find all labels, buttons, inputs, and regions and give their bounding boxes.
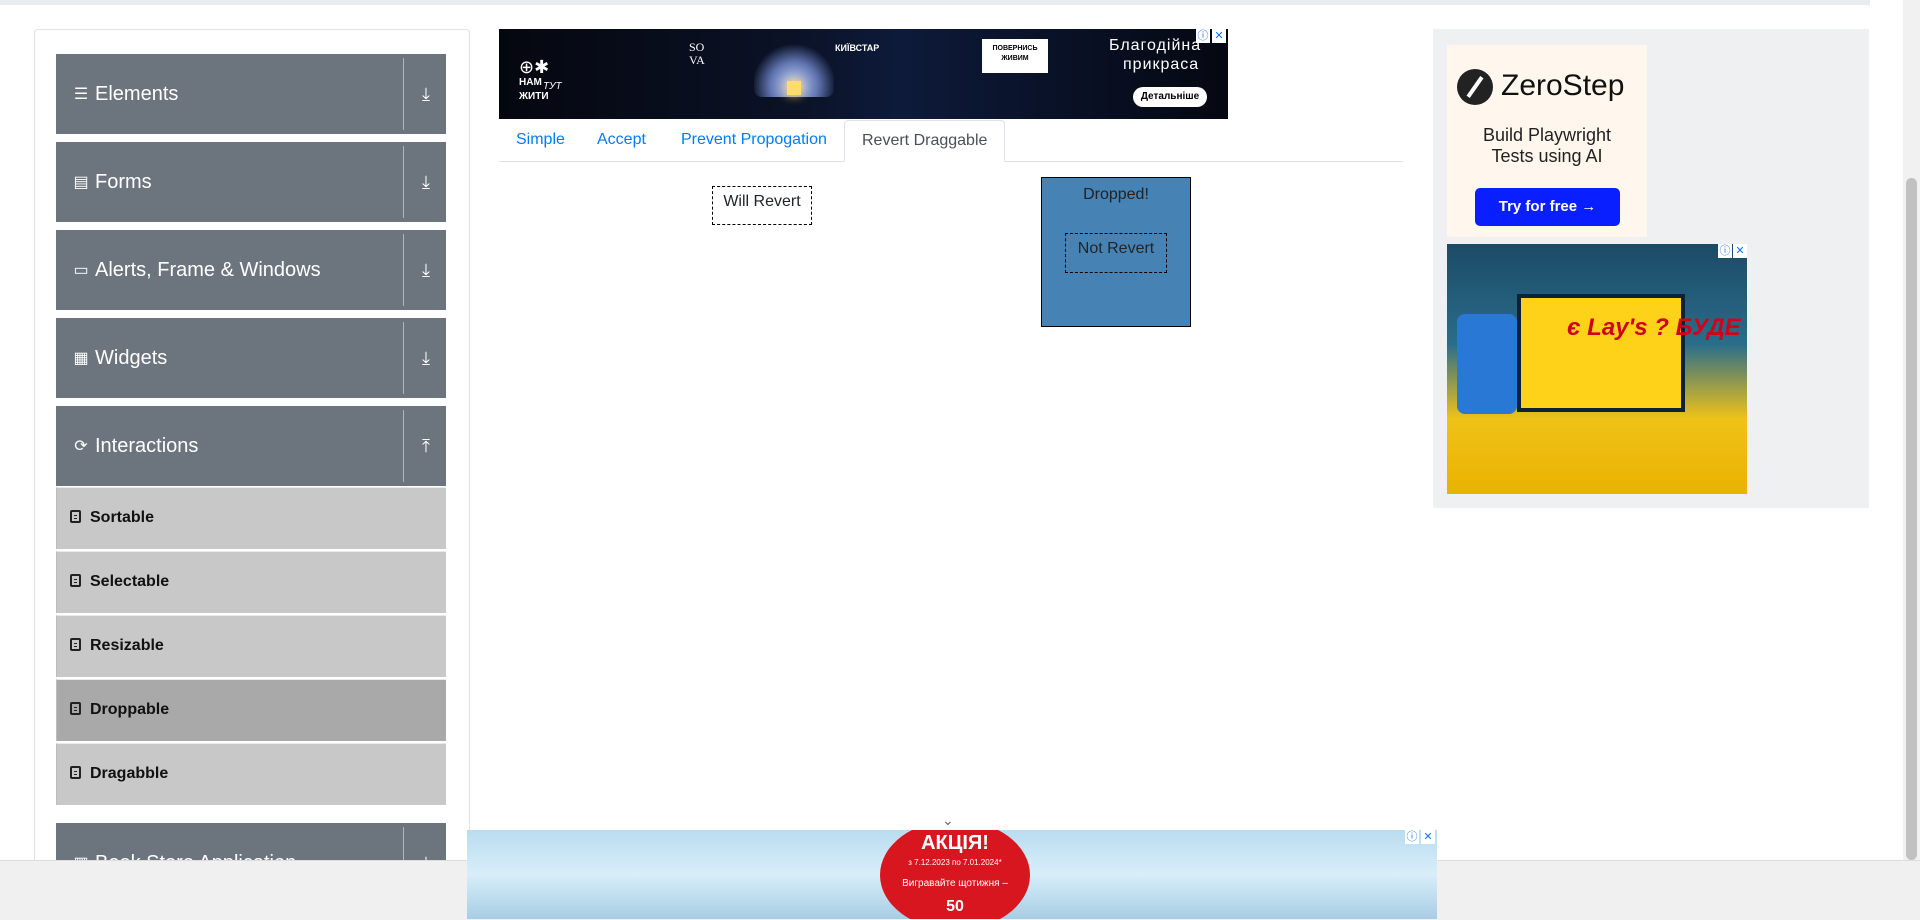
ad-logo-text: ЖИТИ xyxy=(519,91,549,102)
ad-headline: Благодійна xyxy=(1109,37,1202,54)
lays-ad[interactable]: є Lay's ? БУДЕ КІНО! xyxy=(1447,244,1747,494)
tab-bar: Simple Accept Prevent Propogation Revert… xyxy=(499,120,1403,162)
chevron-down-icon[interactable]: ⌄ xyxy=(942,812,954,829)
zerostep-brand: ZeroStep xyxy=(1501,69,1625,102)
droppable-target[interactable]: Dropped! Not Revert xyxy=(1041,177,1191,327)
sidebar-item-label: Dragabble xyxy=(90,765,169,782)
group-forms[interactable]: ▤ Forms ⤓ xyxy=(56,142,446,222)
download-icon[interactable]: ⤓ xyxy=(414,258,438,282)
promo-title: АКЦІЯ! xyxy=(921,832,989,854)
file-icon xyxy=(70,638,81,651)
ad-close-icon[interactable]: ✕ xyxy=(1421,830,1435,844)
ad-window-image xyxy=(787,81,801,95)
promo-number: 50 xyxy=(946,898,964,915)
divider xyxy=(403,234,404,306)
left-panel: ☰ Elements ⤓ ▤ Forms ⤓ ▭ Alerts, Frame &… xyxy=(34,29,470,871)
download-icon[interactable]: ⤓ xyxy=(414,82,438,106)
divider xyxy=(403,58,404,130)
top-strip xyxy=(0,0,1870,5)
group-elements[interactable]: ☰ Elements ⤓ xyxy=(56,54,446,134)
sidebar-item-sortable[interactable]: Sortable xyxy=(56,487,446,549)
group-title: Widgets xyxy=(95,347,168,369)
zerostep-logo-icon xyxy=(1457,69,1493,105)
zerostep-subtitle-line: Build Playwright xyxy=(1482,125,1612,145)
zerostep-ad[interactable]: ZeroStep Build Playwright Tests using AI… xyxy=(1447,45,1647,237)
tab-simple[interactable]: Simple xyxy=(499,120,582,160)
tab-accept[interactable]: Accept xyxy=(580,120,663,160)
not-revert-draggable[interactable]: Not Revert xyxy=(1065,233,1167,273)
zerostep-subtitle: Build Playwright Tests using AI xyxy=(1447,125,1647,167)
promo-text: Вигравайте щотижня – xyxy=(902,878,1008,889)
ad-operator: КИЇВСТАР xyxy=(835,43,880,53)
promo-dates: з 7.12.2023 по 7.01.2024* xyxy=(908,858,1002,867)
divider xyxy=(403,410,404,482)
lays-screen-image xyxy=(1517,294,1685,412)
upload-icon[interactable]: ⤒ xyxy=(414,434,438,458)
file-icon xyxy=(70,702,81,715)
ad-info-icon[interactable]: ⓘ xyxy=(1718,244,1732,258)
sidebar-item-label: Resizable xyxy=(90,637,164,654)
group-title: Forms xyxy=(95,171,152,193)
ad-close-icon[interactable]: ✕ xyxy=(1733,244,1747,258)
group-interactions[interactable]: ⟳ Interactions ⤒ xyxy=(56,406,446,486)
group-widgets[interactable]: ▦ Widgets ⤓ xyxy=(56,318,446,398)
promo-badge: АКЦІЯ! з 7.12.2023 по 7.01.2024* Виграва… xyxy=(880,830,1030,919)
group-title: Interactions xyxy=(95,435,199,457)
lays-text: є Lay's ? БУДЕ КІНО! xyxy=(1567,314,1747,341)
file-icon xyxy=(70,510,81,523)
sidebar-item-label: Sortable xyxy=(90,509,155,526)
ad-cta-button[interactable]: Детальніше xyxy=(1133,87,1207,107)
refresh-icon: ⟳ xyxy=(74,438,88,455)
file-icon xyxy=(70,766,81,779)
group-title: Alerts, Frame & Windows xyxy=(95,259,321,281)
group-alerts[interactable]: ▭ Alerts, Frame & Windows ⤓ xyxy=(56,230,446,310)
sidebar-ad[interactable]: ZeroStep Build Playwright Tests using AI… xyxy=(1433,29,1869,508)
widgets-grid-icon: ▦ xyxy=(73,350,89,367)
scrollbar-thumb[interactable] xyxy=(1906,178,1917,860)
lays-pack-image xyxy=(1457,314,1517,414)
ad-headline: прикраса xyxy=(1123,56,1200,73)
will-revert-draggable[interactable]: Will Revert xyxy=(712,186,812,225)
drop-label: Dropped! xyxy=(1083,186,1149,203)
ad-badge: ПОВЕРНИСЬ ЖИВИМ xyxy=(982,39,1048,73)
divider xyxy=(403,146,404,218)
zerostep-subtitle-line: Tests using AI xyxy=(1491,146,1603,166)
tab-revert-draggable[interactable]: Revert Draggable xyxy=(844,120,1006,162)
ad-info-icon[interactable]: ⓘ xyxy=(1405,830,1419,844)
sidebar-item-dragabble[interactable]: Dragabble xyxy=(56,743,446,805)
sidebar-item-label: Selectable xyxy=(90,573,170,590)
ad-logo-icon: ⊕✱ xyxy=(519,57,550,77)
ad-close-icon[interactable]: ✕ xyxy=(1212,29,1226,43)
sidebar-item-resizable[interactable]: Resizable xyxy=(56,615,446,677)
ad-info-icon[interactable]: ⓘ xyxy=(1196,29,1210,43)
tab-prevent-propogation[interactable]: Prevent Propogation xyxy=(664,120,844,160)
bottom-ad[interactable]: АКЦІЯ! з 7.12.2023 по 7.01.2024* Виграва… xyxy=(467,830,1437,919)
window-icon: ▭ xyxy=(73,262,89,279)
download-icon[interactable]: ⤓ xyxy=(414,346,438,370)
try-for-free-button[interactable]: Try for free → xyxy=(1475,188,1620,226)
ad-logo-text: НАМ xyxy=(519,77,542,88)
sidebar-item-droppable[interactable]: Droppable xyxy=(56,679,446,741)
sidebar-item-label: Droppable xyxy=(90,701,170,718)
ad-brand: SO VA xyxy=(689,40,705,67)
banner-ad[interactable]: ⊕✱ НАМ ТУТ ЖИТИ SO VA КИЇВСТАР ПОВЕРНИСЬ… xyxy=(499,29,1228,119)
scrollbar[interactable] xyxy=(1903,0,1920,860)
divider xyxy=(403,322,404,394)
group-title: Elements xyxy=(95,83,179,105)
file-icon xyxy=(70,574,81,587)
hamburger-icon: ☰ xyxy=(73,86,89,103)
file-icon: ▤ xyxy=(73,174,89,191)
sidebar-item-selectable[interactable]: Selectable xyxy=(56,551,446,613)
download-icon[interactable]: ⤓ xyxy=(414,170,438,194)
